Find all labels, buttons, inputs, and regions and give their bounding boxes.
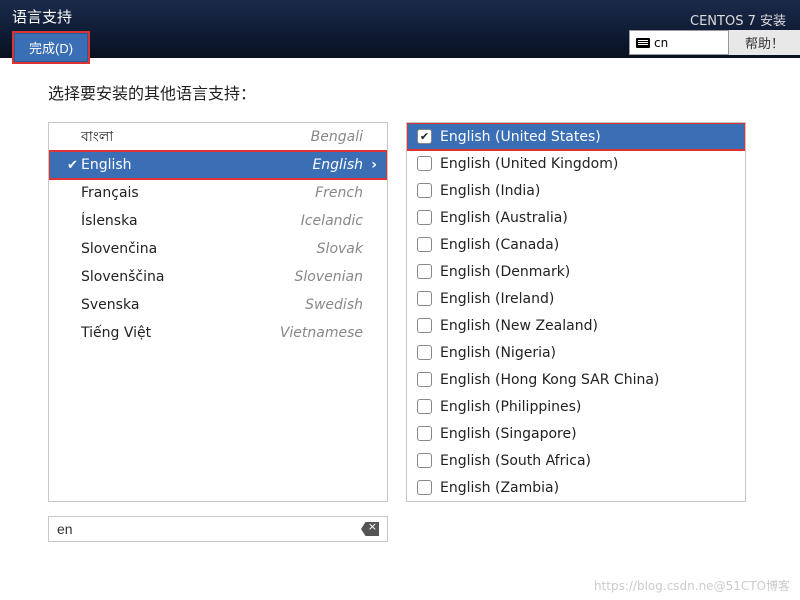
prompt-text: 选择要安装的其他语言支持： <box>48 80 752 104</box>
language-row[interactable]: ✔Tiếng ViệtVietnamese› <box>49 319 387 347</box>
locale-label: English (Australia) <box>440 210 568 226</box>
checkbox[interactable] <box>417 372 432 387</box>
language-row[interactable]: ✔EnglishEnglish› <box>49 151 387 179</box>
chevron-right-icon: › <box>363 157 377 173</box>
checkbox[interactable] <box>417 210 432 225</box>
keyboard-icon <box>636 38 650 48</box>
locale-row[interactable]: English (Philippines) <box>407 393 745 420</box>
locale-label: English (United Kingdom) <box>440 156 618 172</box>
checkbox[interactable] <box>417 183 432 198</box>
locale-label: English (Nigeria) <box>440 345 556 361</box>
installer-title: CENTOS 7 安装 <box>690 0 800 29</box>
locale-row[interactable]: English (Singapore) <box>407 420 745 447</box>
checkbox[interactable] <box>417 291 432 306</box>
locale-row[interactable]: English (Canada) <box>407 231 745 258</box>
locale-label: English (New Zealand) <box>440 318 598 334</box>
watermark: https://blog.csdn.ne@51CTO博客 <box>594 577 790 594</box>
checkbox[interactable]: ✔ <box>417 129 432 144</box>
locale-label: English (South Africa) <box>440 453 591 469</box>
language-native: Slovenčina <box>81 241 317 257</box>
help-button[interactable]: 帮助！ <box>729 30 800 55</box>
locale-row[interactable]: English (Nigeria) <box>407 339 745 366</box>
locale-label: English (Philippines) <box>440 399 581 415</box>
locale-label: English (Ireland) <box>440 291 554 307</box>
columns: ✔বাংলাBengali›✔EnglishEnglish›✔FrançaisF… <box>48 122 752 502</box>
locale-row[interactable]: English (Australia) <box>407 204 745 231</box>
locale-label: English (Singapore) <box>440 426 577 442</box>
locale-label: English (India) <box>440 183 540 199</box>
language-row[interactable]: ✔SlovenčinaSlovak› <box>49 235 387 263</box>
locale-label: English (Denmark) <box>440 264 570 280</box>
locale-row[interactable]: ✔ English (United States) <box>407 123 745 150</box>
kb-help-row: cn 帮助！ <box>629 30 800 55</box>
topbar: 语言支持 完成(D) CENTOS 7 安装 cn 帮助！ <box>0 0 800 58</box>
search-input[interactable] <box>57 521 361 537</box>
checkbox[interactable] <box>417 480 432 495</box>
check-icon: ✔ <box>67 158 81 173</box>
language-english: English <box>312 157 363 173</box>
language-list[interactable]: ✔বাংলাBengali›✔EnglishEnglish›✔FrançaisF… <box>49 123 387 501</box>
language-english: Slovak <box>317 241 363 257</box>
content: 选择要安装的其他语言支持： ✔বাংলাBengali›✔EnglishEngl… <box>0 58 800 552</box>
language-row[interactable]: ✔SlovenščinaSlovenian› <box>49 263 387 291</box>
locale-row[interactable]: English (India) <box>407 177 745 204</box>
language-row[interactable]: ✔বাংলাBengali› <box>49 123 387 151</box>
language-english: Bengali <box>311 129 363 145</box>
language-row[interactable]: ✔SvenskaSwedish› <box>49 291 387 319</box>
locale-label: English (United States) <box>440 129 601 145</box>
language-english: Swedish <box>305 297 363 313</box>
language-native: Français <box>81 185 315 201</box>
language-native: Tiếng Việt <box>81 325 280 341</box>
language-row[interactable]: ✔ÍslenskaIcelandic› <box>49 207 387 235</box>
checkbox[interactable] <box>417 453 432 468</box>
language-list-panel: ✔বাংলাBengali›✔EnglishEnglish›✔FrançaisF… <box>48 122 388 502</box>
locale-label: English (Hong Kong SAR China) <box>440 372 659 388</box>
locale-list-panel[interactable]: ✔ English (United States) English (United … <box>406 122 746 502</box>
checkbox[interactable] <box>417 156 432 171</box>
language-native: Íslenska <box>81 213 301 229</box>
done-highlight: 完成(D) <box>12 31 90 64</box>
locale-row[interactable]: English (Denmark) <box>407 258 745 285</box>
locale-row[interactable]: English (New Zealand) <box>407 312 745 339</box>
language-english: Icelandic <box>301 213 363 229</box>
checkbox[interactable] <box>417 426 432 441</box>
language-native: Svenska <box>81 297 305 313</box>
language-native: বাংলা <box>81 125 311 149</box>
checkbox[interactable] <box>417 237 432 252</box>
page-title: 语言支持 <box>12 6 90 27</box>
checkbox[interactable] <box>417 399 432 414</box>
locale-label: English (Zambia) <box>440 480 559 496</box>
language-native: Slovenščina <box>81 269 295 285</box>
language-native: English <box>81 157 312 173</box>
language-english: French <box>315 185 363 201</box>
keyboard-indicator[interactable]: cn <box>629 30 729 55</box>
locale-row[interactable]: English (United Kingdom) <box>407 150 745 177</box>
clear-icon[interactable] <box>361 522 379 536</box>
search-row <box>48 516 388 542</box>
language-english: Slovenian <box>295 269 363 285</box>
language-english: Vietnamese <box>280 325 363 341</box>
topbar-left: 语言支持 完成(D) <box>0 0 102 70</box>
locale-row[interactable]: English (Zambia) <box>407 474 745 501</box>
checkbox[interactable] <box>417 264 432 279</box>
locale-row[interactable]: English (Hong Kong SAR China) <box>407 366 745 393</box>
locale-label: English (Canada) <box>440 237 559 253</box>
locale-row[interactable]: English (Ireland) <box>407 285 745 312</box>
checkbox[interactable] <box>417 345 432 360</box>
search-box <box>48 516 388 542</box>
done-button[interactable]: 完成(D) <box>14 33 88 62</box>
language-row[interactable]: ✔FrançaisFrench› <box>49 179 387 207</box>
keyboard-layout-label: cn <box>654 36 668 50</box>
locale-row[interactable]: English (South Africa) <box>407 447 745 474</box>
checkbox[interactable] <box>417 318 432 333</box>
